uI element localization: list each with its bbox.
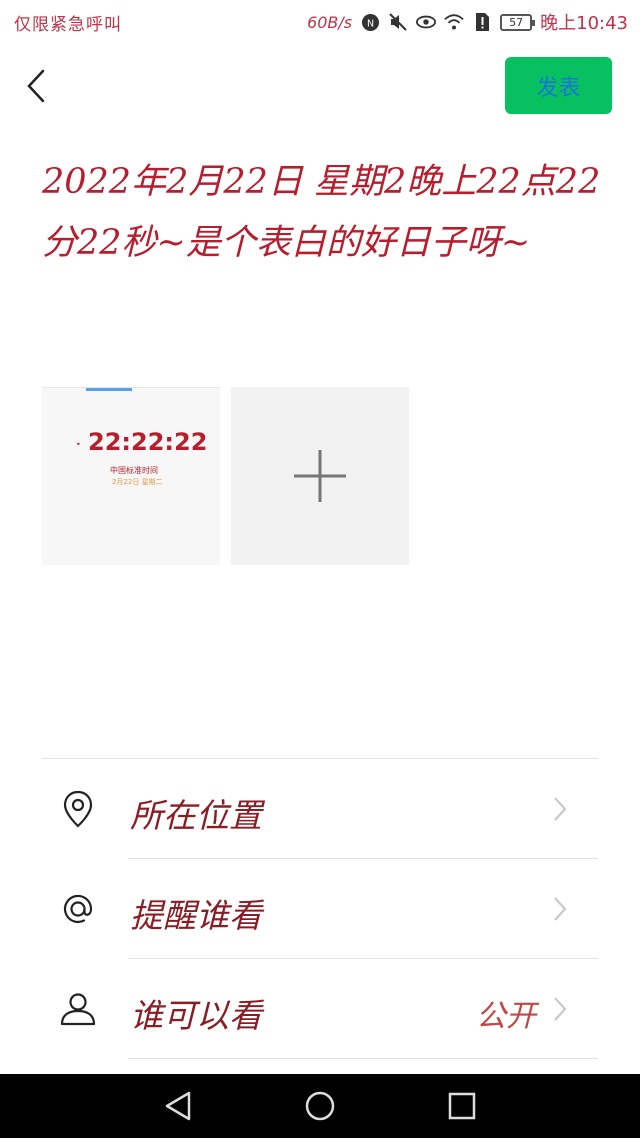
mention-row[interactable]: 提醒谁看 bbox=[42, 859, 598, 959]
mention-label: 提醒谁看 bbox=[130, 896, 262, 935]
location-label: 所在位置 bbox=[130, 796, 262, 835]
battery-indicator: 57 bbox=[500, 13, 536, 31]
thumbnail-subcaption: 2月22日 星期二 bbox=[112, 478, 163, 486]
image-thumbnail[interactable]: • 22:22:22 中国标准时间 2月22日 星期二 bbox=[42, 387, 220, 565]
eye-icon bbox=[416, 12, 437, 32]
wifi-icon bbox=[444, 12, 464, 32]
at-icon bbox=[58, 889, 98, 929]
visibility-row[interactable]: 谁可以看 公开 bbox=[42, 959, 598, 1059]
thumbnail-caption: 中国标准时间 bbox=[110, 466, 158, 475]
add-image-button[interactable] bbox=[231, 387, 409, 565]
row-divider bbox=[128, 1058, 598, 1059]
sim-alert-icon bbox=[472, 12, 492, 32]
chevron-left-icon bbox=[27, 69, 45, 103]
nav-home-button[interactable] bbox=[302, 1088, 338, 1124]
sync-icon: N bbox=[360, 12, 380, 32]
back-button[interactable] bbox=[18, 62, 54, 110]
thumbnail-marker: • bbox=[76, 440, 81, 449]
visibility-label: 谁可以看 bbox=[130, 996, 262, 1035]
clock: 晚上10:43 bbox=[540, 13, 628, 34]
carrier-text: 仅限紧急呼叫 bbox=[14, 15, 122, 35]
post-text-input[interactable]: 2022年2月22日 星期2晚上22点22分22秒~是个表白的好日子呀~ bbox=[42, 152, 602, 274]
thumbnail-time: 22:22:22 bbox=[88, 428, 208, 456]
mute-icon bbox=[388, 12, 408, 32]
triangle-back-icon bbox=[165, 1091, 191, 1121]
publish-button[interactable]: 发表 bbox=[505, 57, 612, 114]
circle-home-icon bbox=[305, 1091, 335, 1121]
location-pin-icon bbox=[58, 789, 98, 829]
nav-back-button[interactable] bbox=[160, 1088, 196, 1124]
chevron-right-icon bbox=[554, 897, 567, 921]
thumbnail-accent-bar bbox=[86, 388, 132, 391]
visibility-value: 公开 bbox=[476, 999, 536, 1034]
network-speed: 60B/s bbox=[307, 12, 353, 32]
plus-icon bbox=[294, 450, 346, 502]
chevron-right-icon bbox=[554, 997, 567, 1021]
status-icons: 60B/s N 57 晚上10:43 bbox=[307, 9, 628, 35]
chevron-right-icon bbox=[554, 797, 567, 821]
square-recents-icon bbox=[448, 1092, 476, 1120]
screen: 仅限紧急呼叫 60B/s N 57 晚上10:43 发表 2022年2月22日 … bbox=[0, 0, 640, 1138]
nav-recents-button[interactable] bbox=[444, 1088, 480, 1124]
location-row[interactable]: 所在位置 bbox=[42, 759, 598, 859]
status-bar: 仅限紧急呼叫 60B/s N 57 晚上10:43 bbox=[0, 0, 640, 44]
svg-text:N: N bbox=[367, 18, 374, 29]
system-nav-bar bbox=[0, 1074, 640, 1138]
person-icon bbox=[58, 989, 98, 1029]
